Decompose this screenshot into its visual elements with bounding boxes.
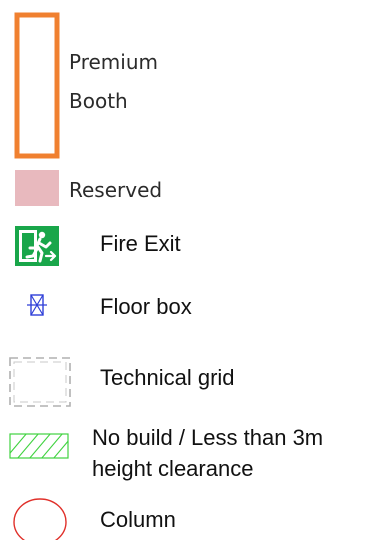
fire-exit-icon: [15, 226, 59, 266]
column-label: Column: [100, 507, 176, 532]
premium-booth-label-line-2: Booth: [69, 89, 128, 113]
no-build-label-line-1: No build / Less than 3m: [92, 425, 324, 450]
floor-box-icon: [27, 294, 47, 316]
map-legend: Premium Booth Reserved Fire Exit Floor b…: [0, 0, 382, 540]
no-build-hatch-swatch: [9, 433, 69, 459]
technical-grid-label: Technical grid: [100, 365, 235, 390]
premium-booth-swatch: [14, 12, 60, 159]
reserved-label: Reserved: [69, 178, 163, 202]
technical-grid-swatch: [9, 357, 71, 407]
reserved-swatch: [15, 170, 59, 206]
fire-exit-label: Fire Exit: [100, 231, 181, 256]
no-build-label-line-2: height clearance: [92, 456, 254, 481]
floor-box-label: Floor box: [100, 294, 192, 319]
premium-booth-label-line-1: Premium: [69, 50, 158, 74]
column-circle-icon: [13, 498, 67, 540]
